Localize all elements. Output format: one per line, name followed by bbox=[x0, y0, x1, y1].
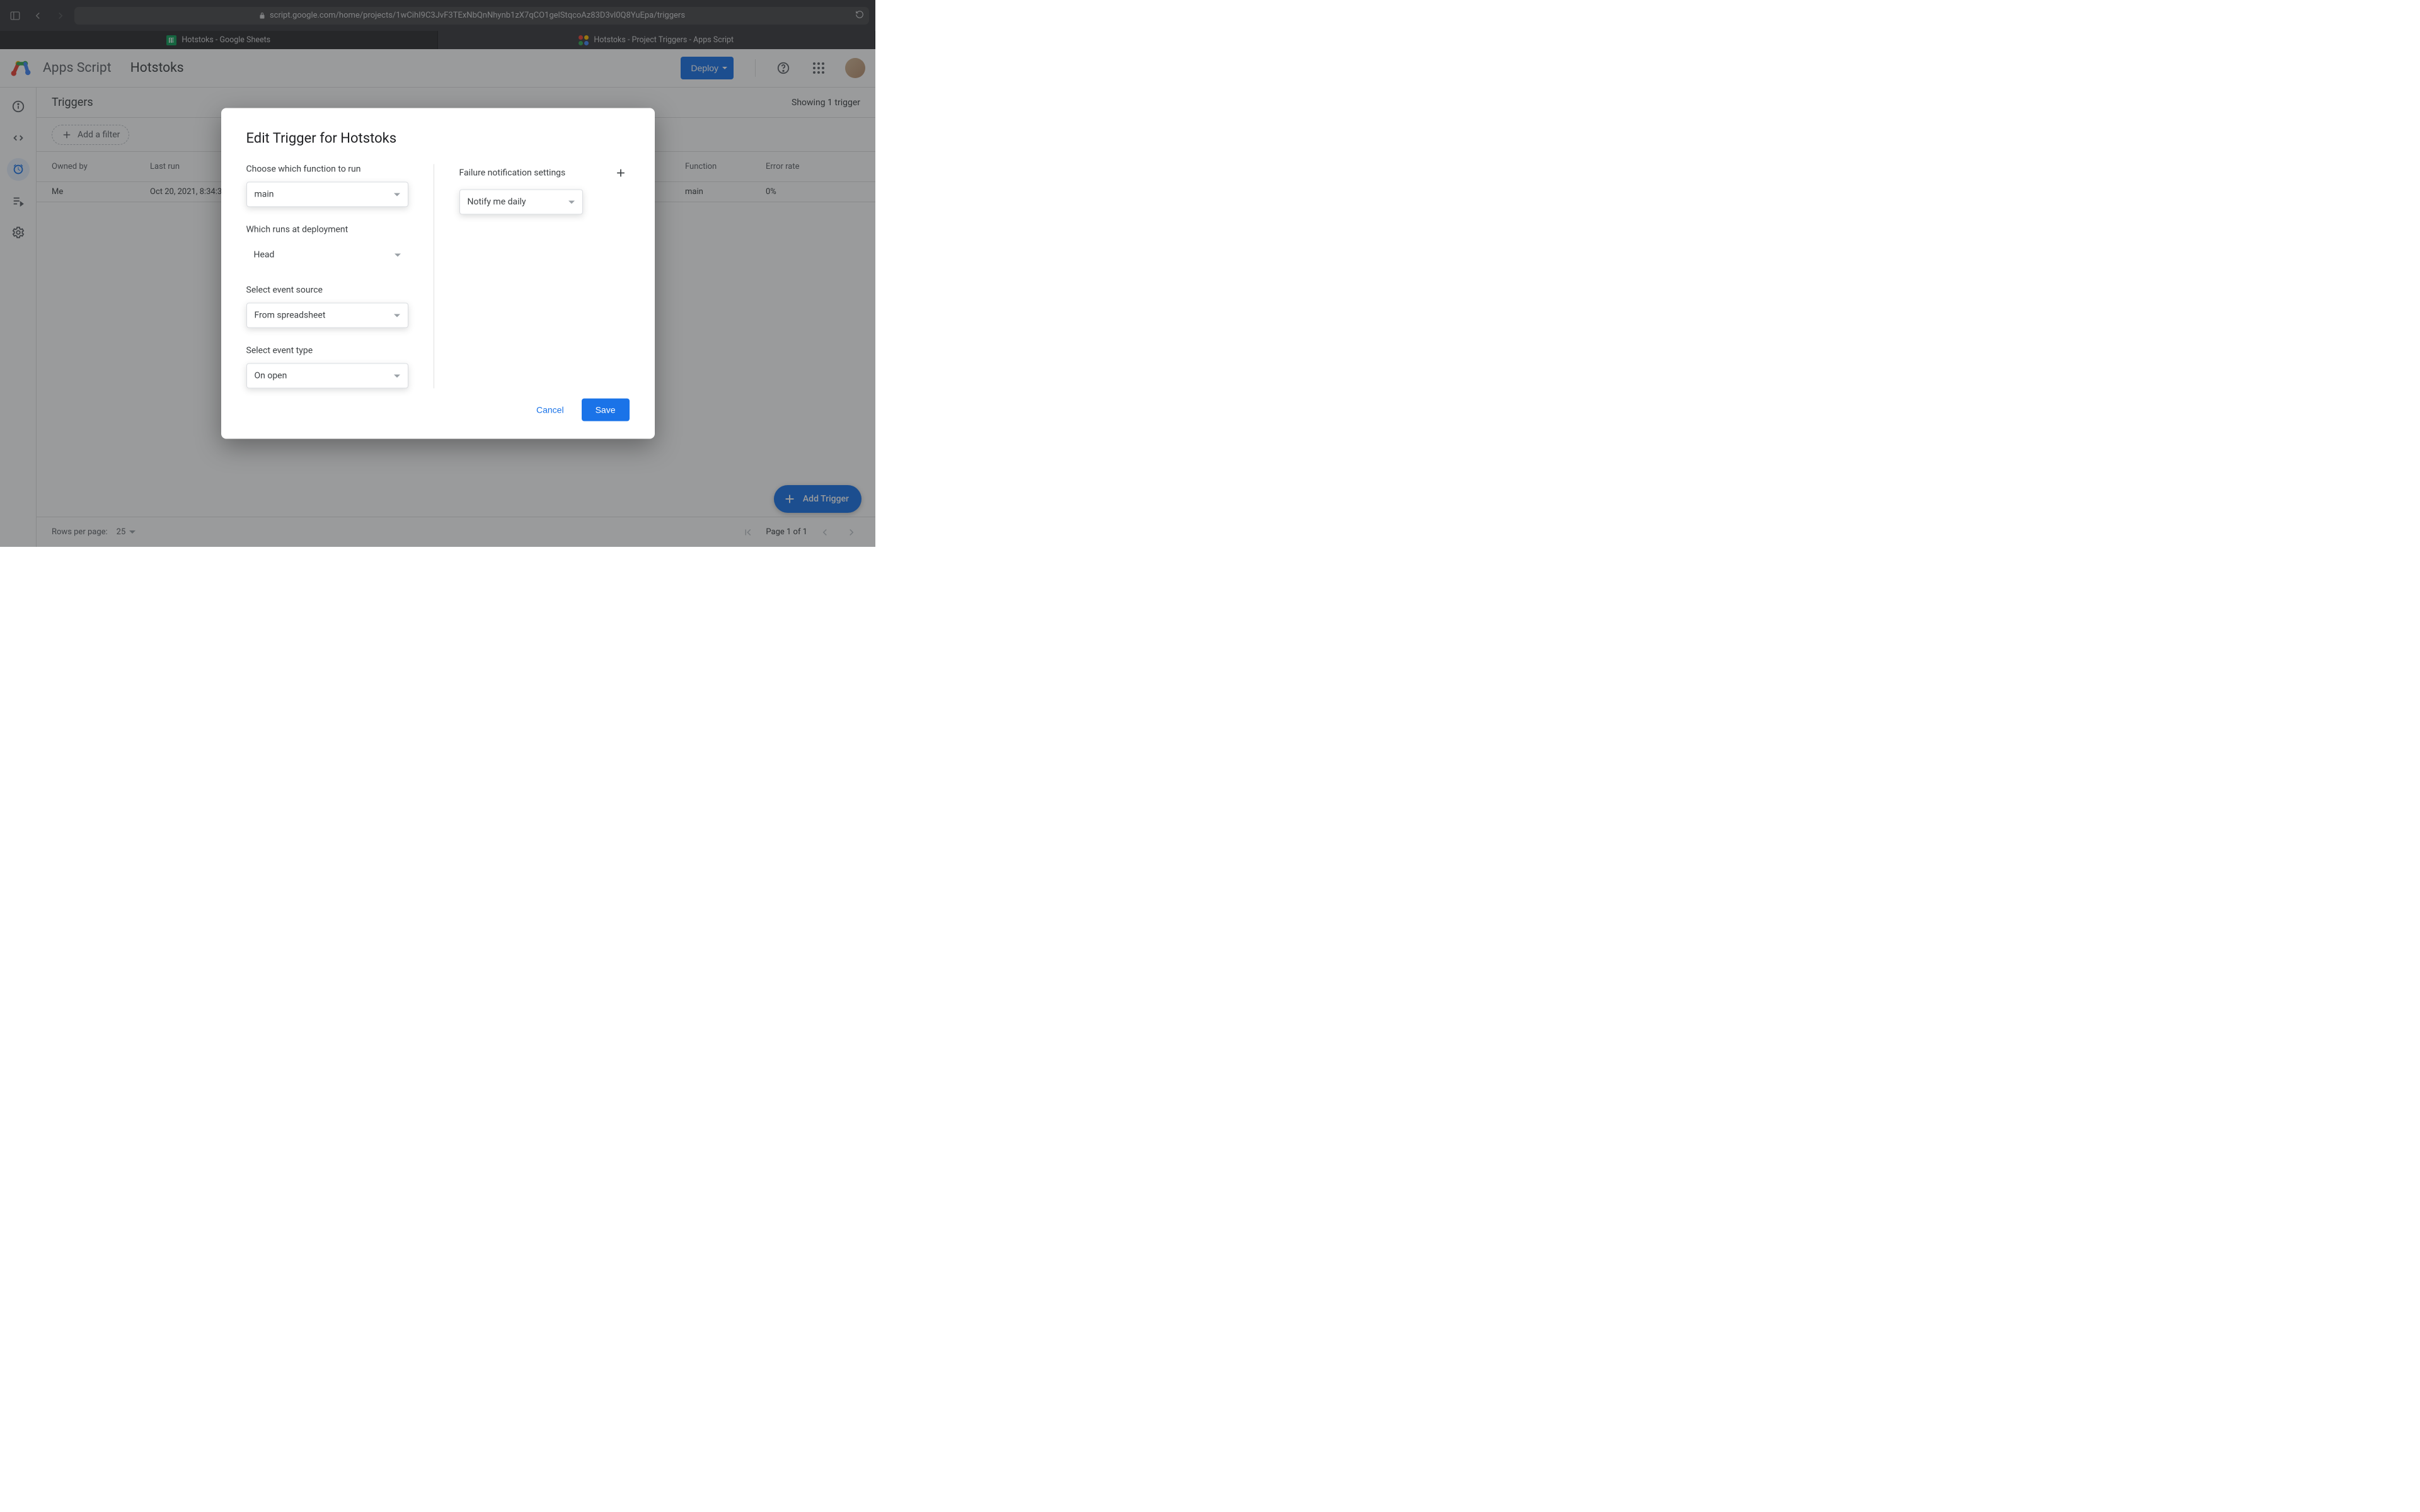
event-type-label: Select event type bbox=[246, 346, 408, 356]
save-button[interactable]: Save bbox=[582, 399, 630, 421]
chevron-down-icon bbox=[394, 314, 400, 317]
failure-notification-label: Failure notification settings bbox=[459, 168, 566, 178]
event-type-value: On open bbox=[255, 371, 287, 381]
failure-notification-select[interactable]: Notify me daily bbox=[459, 190, 583, 215]
chevron-down-icon bbox=[394, 374, 400, 377]
function-select[interactable]: main bbox=[246, 182, 408, 207]
event-source-value: From spreadsheet bbox=[255, 311, 326, 321]
event-type-select[interactable]: On open bbox=[246, 364, 408, 389]
add-notification-button[interactable] bbox=[612, 164, 630, 182]
cancel-button[interactable]: Cancel bbox=[534, 400, 567, 420]
deployment-value: Head bbox=[254, 250, 275, 260]
chevron-down-icon bbox=[395, 253, 401, 256]
plus-icon bbox=[614, 167, 627, 180]
dialog-title: Edit Trigger for Hotstoks bbox=[246, 131, 630, 147]
function-label: Choose which function to run bbox=[246, 164, 408, 175]
chevron-down-icon bbox=[394, 193, 400, 196]
event-source-select[interactable]: From spreadsheet bbox=[246, 303, 408, 328]
chevron-down-icon bbox=[568, 200, 575, 203]
deployment-label: Which runs at deployment bbox=[246, 225, 408, 235]
event-source-label: Select event source bbox=[246, 285, 408, 295]
failure-notification-value: Notify me daily bbox=[468, 197, 526, 207]
deployment-select[interactable]: Head bbox=[246, 243, 408, 268]
edit-trigger-dialog: Edit Trigger for Hotstoks Choose which f… bbox=[221, 108, 655, 439]
function-value: main bbox=[255, 190, 274, 200]
